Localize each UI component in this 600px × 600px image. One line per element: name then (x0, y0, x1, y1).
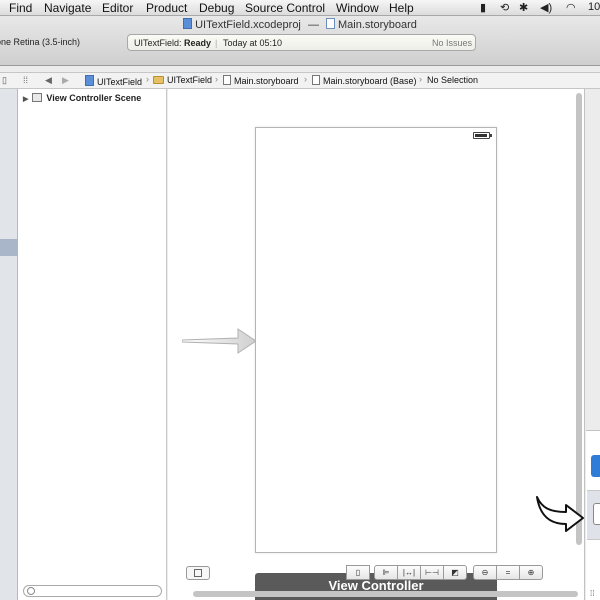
scene-icon (32, 93, 43, 102)
outline-scene-label: View Controller Scene (46, 93, 142, 103)
back-button[interactable]: ◀ (45, 75, 52, 86)
document-outline: ▶ View Controller Scene (18, 89, 167, 600)
storyboard-file-name: Main.storyboard (338, 19, 417, 31)
menu-product[interactable]: Product (146, 1, 187, 15)
breadcrumb-separator: › (419, 74, 422, 84)
outline-filter-field[interactable] (23, 585, 162, 597)
battery-status-icon[interactable]: ▮ (480, 1, 486, 14)
breadcrumb-storyboard-base[interactable]: Main.storyboard (Base) (312, 75, 417, 86)
view-controller-view[interactable] (255, 127, 497, 553)
zoom-in-button[interactable]: ⊕ (519, 565, 543, 580)
jump-bar: ▯ ⁞⁞ ◀ ▶ UITextField › UITextField › Mai… (0, 72, 600, 89)
xcodeproj-icon (183, 18, 193, 29)
bluetooth-icon[interactable]: ✱ (519, 1, 528, 14)
zoom-reset-button[interactable]: = (496, 565, 520, 580)
menu-window[interactable]: Window (336, 1, 379, 15)
outline-row-view-controller-scene[interactable]: ▶ View Controller Scene (23, 93, 141, 103)
form-factor-button[interactable]: ▯ (346, 565, 370, 580)
filter-icon (27, 587, 35, 595)
menu-source-control[interactable]: Source Control (245, 1, 325, 15)
navigator-selected-row[interactable] (0, 239, 18, 256)
breadcrumb-project-label: UITextField (97, 77, 143, 87)
pin-button[interactable]: |↔| (397, 565, 421, 580)
storyboard-canvas[interactable]: View Controller ▯ ⊫ |↔| ⊢⊣ ◩ ⊖ = ⊕ (168, 89, 584, 600)
breadcrumb-separator: › (215, 74, 218, 84)
folder-icon (153, 76, 164, 84)
related-items-icon[interactable]: ▯ (2, 75, 7, 86)
menu-editor[interactable]: Editor (102, 1, 133, 15)
storyboard-icon (223, 75, 231, 85)
grid-view-icon[interactable]: ⁞⁞ (590, 589, 594, 598)
library-object-icon[interactable] (591, 455, 600, 477)
sidebar-toggle-icon (194, 569, 202, 577)
window-title: UITextField.xcodeproj — Main.storyboard (0, 18, 600, 31)
scheme-destination[interactable]: one Retina (3.5-inch) (0, 37, 80, 47)
battery-icon (473, 132, 492, 139)
storyboard-icon (312, 75, 320, 85)
storyboard-file-icon (326, 18, 336, 29)
layout-toolbar: ▯ ⊫ |↔| ⊢⊣ ◩ ⊖ = ⊕ (346, 565, 557, 580)
activity-target: UITextField: (134, 38, 182, 48)
menu-bar: Find Navigate Editor Product Debug Sourc… (0, 0, 600, 16)
breadcrumb-project[interactable]: UITextField (85, 75, 142, 87)
project-file-name: UITextField.xcodeproj (195, 19, 301, 31)
issues-status[interactable]: No Issues (432, 38, 472, 48)
breadcrumb-selection[interactable]: No Selection (427, 75, 478, 85)
text-field-icon (593, 503, 600, 525)
menu-navigate[interactable]: Navigate (44, 1, 91, 15)
breadcrumb-folder[interactable]: UITextField (153, 75, 212, 85)
activity-status: Ready (184, 38, 212, 48)
horizontal-scrollbar[interactable] (193, 591, 578, 597)
breadcrumb-separator: › (146, 74, 149, 84)
drag-arrow-icon (536, 496, 584, 532)
vertical-scrollbar[interactable] (576, 93, 582, 545)
window-toolbar: UITextField.xcodeproj — Main.storyboard … (0, 16, 600, 66)
clock[interactable]: 10 (588, 1, 600, 13)
outline-toggle-button[interactable] (186, 566, 210, 580)
grid-icon[interactable]: ⁞⁞ (23, 75, 28, 85)
initial-view-controller-arrow[interactable] (182, 327, 258, 355)
resolve-issues-button[interactable]: ⊢⊣ (420, 565, 444, 580)
breadcrumb-storyboard[interactable]: Main.storyboard (223, 75, 299, 86)
breadcrumb-folder-label: UITextField (167, 75, 213, 85)
resizing-behavior-button[interactable]: ◩ (443, 565, 467, 580)
activity-time: Today at 05:10 (223, 38, 283, 48)
activity-divider: | (215, 38, 218, 48)
title-separator: — (307, 19, 319, 31)
align-button[interactable]: ⊫ (374, 565, 398, 580)
project-icon (85, 75, 94, 86)
volume-icon[interactable]: ◀) (540, 1, 552, 14)
zoom-out-button[interactable]: ⊖ (473, 565, 497, 580)
menu-find[interactable]: Find (9, 1, 32, 15)
menu-help[interactable]: Help (389, 1, 414, 15)
menu-debug[interactable]: Debug (199, 1, 234, 15)
activity-viewer: UITextField: Ready | Today at 05:10 No I… (127, 34, 476, 51)
forward-button[interactable]: ▶ (62, 75, 69, 86)
breadcrumb-storyboard-label: Main.storyboard (234, 76, 299, 86)
wifi-icon[interactable]: ◠ (566, 1, 576, 14)
disclosure-triangle-icon[interactable]: ▶ (23, 95, 28, 103)
navigator-panel (0, 89, 18, 600)
breadcrumb-storyboard-base-label: Main.storyboard (Base) (323, 76, 417, 86)
time-machine-icon[interactable]: ⟲ (500, 1, 509, 14)
breadcrumb-separator: › (304, 74, 307, 84)
